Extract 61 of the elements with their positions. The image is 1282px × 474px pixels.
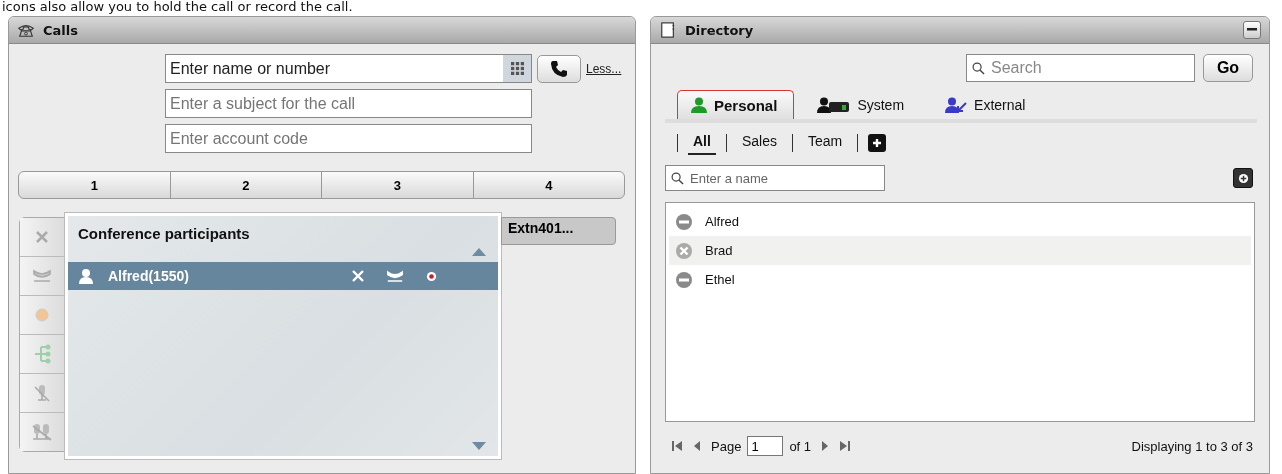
participant-name: Alfred(1550) [108, 268, 190, 284]
person-icon [78, 268, 94, 284]
group-tab[interactable]: Sales [736, 131, 782, 155]
add-contact-button[interactable] [1233, 168, 1253, 188]
notebook-icon [659, 22, 677, 38]
minimize-button[interactable] [1243, 21, 1261, 39]
dialpad-icon[interactable] [503, 55, 531, 82]
minus-icon [1247, 28, 1257, 32]
first-page-icon[interactable] [671, 440, 683, 452]
panel-title: Directory [685, 22, 754, 38]
call-tab[interactable]: Extn401... [501, 217, 616, 245]
page-label: Page [711, 438, 742, 454]
contact-row[interactable]: Ethel [669, 265, 1251, 294]
group-tab[interactable]: Team [802, 131, 848, 155]
search-field[interactable]: Search [966, 54, 1195, 82]
go-button[interactable]: Go [1203, 54, 1253, 82]
telephone-icon [17, 22, 35, 38]
offline-x-icon [675, 241, 693, 260]
person-icon [690, 97, 708, 113]
contact-row[interactable]: Brad [669, 236, 1251, 265]
add-group-button[interactable] [868, 134, 887, 152]
record-icon[interactable] [426, 270, 437, 282]
less-link[interactable]: Less... [586, 61, 622, 76]
phone-icon [549, 58, 569, 79]
account-code-field[interactable]: Enter account code [165, 124, 532, 153]
scroll-up-icon[interactable] [472, 248, 486, 256]
participant-row[interactable]: Alfred(1550) [68, 262, 498, 290]
call-button[interactable] [537, 54, 581, 83]
contact-row[interactable]: Alfred [669, 207, 1251, 236]
search-icon [972, 62, 985, 75]
last-page-icon[interactable] [839, 440, 852, 452]
contact-name: Alfred [705, 214, 739, 229]
number-field[interactable]: Enter name or number [165, 54, 532, 83]
subject-field[interactable]: Enter a subject for the call [165, 89, 532, 118]
scroll-down-icon[interactable] [472, 442, 486, 450]
directory-tab[interactable]: External [931, 90, 1043, 119]
directory-tab[interactable]: Personal [677, 90, 795, 119]
do-not-disturb-icon [675, 212, 693, 231]
conference-title: Conference participants [77, 224, 251, 242]
contact-name: Ethel [705, 272, 735, 287]
do-not-disturb-icon [675, 270, 693, 289]
line-tab[interactable]: 1 [18, 171, 171, 199]
line-tab[interactable]: 4 [472, 171, 625, 199]
person-arrow-icon [944, 97, 969, 113]
caption-text: icons also allow you to hold the call or record the call. [1, 0, 354, 16]
contact-name: Brad [705, 243, 733, 258]
plus-icon [1237, 172, 1249, 184]
search-icon [671, 172, 684, 185]
page-count: of 1 [789, 438, 812, 454]
group-tab[interactable]: All [688, 131, 716, 155]
name-filter-field[interactable]: Enter a name [665, 165, 885, 191]
previous-page-icon[interactable] [693, 440, 701, 452]
directory-tab[interactable]: System [804, 90, 922, 119]
next-page-icon[interactable] [821, 440, 830, 452]
line-tab[interactable]: 3 [321, 171, 474, 199]
person-with-card-icon [817, 97, 852, 113]
page-number-field[interactable]: 1 [747, 436, 784, 456]
plus-icon [872, 138, 883, 148]
display-summary: Displaying 1 to 3 of 3 [1131, 438, 1254, 454]
panel-title: Calls [43, 22, 78, 38]
line-tab[interactable]: 2 [169, 171, 322, 199]
